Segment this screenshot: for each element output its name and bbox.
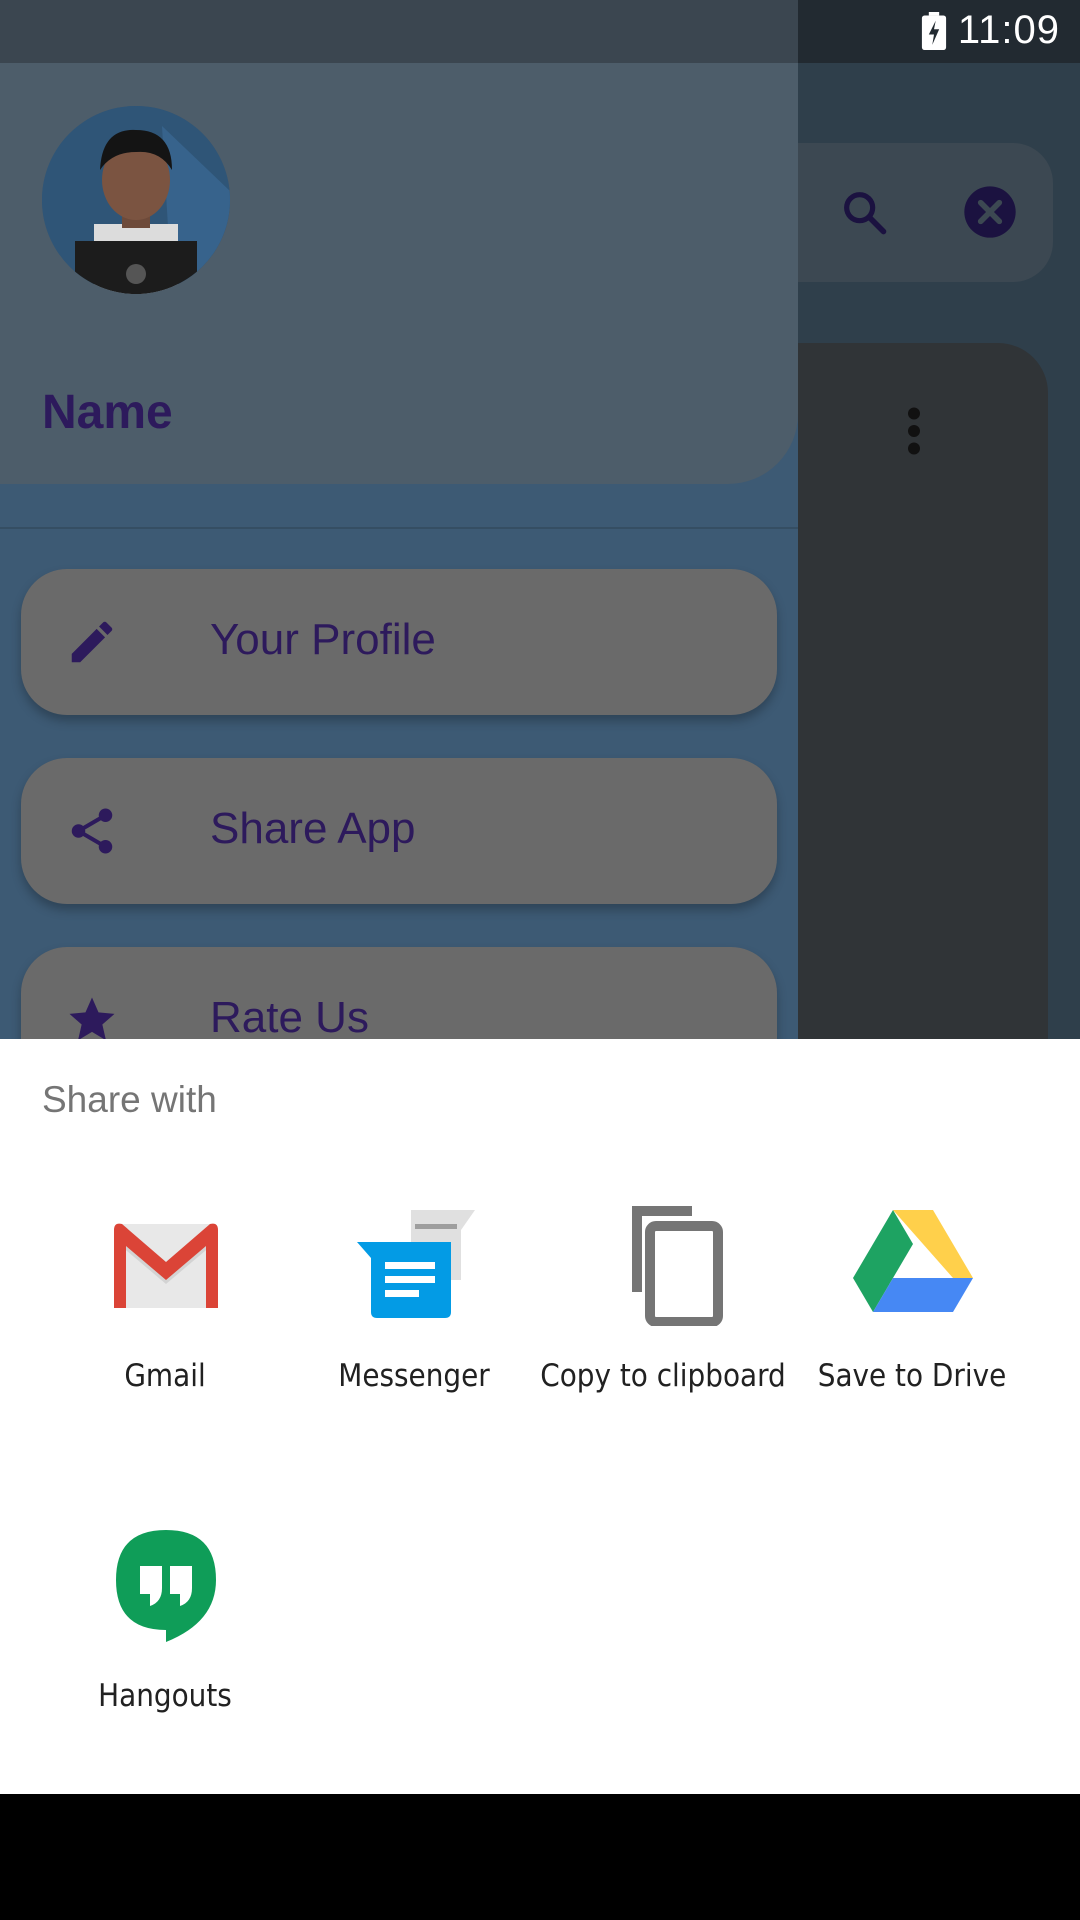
menu-item-rate-us[interactable]: Rate Us — [21, 947, 777, 1039]
share-target-label: Save to Drive — [817, 1358, 1007, 1394]
star-icon — [69, 997, 115, 1039]
copy-icon — [632, 1206, 723, 1326]
gmail-icon — [114, 1223, 218, 1308]
status-time: 11:09 — [957, 8, 1060, 52]
menu-item-label: Rate Us — [210, 993, 369, 1039]
hangouts-icon — [116, 1530, 216, 1642]
share-target-copy-to-clipboard[interactable]: Copy to clipboard — [538, 1206, 788, 1426]
battery-charging-icon — [921, 12, 947, 50]
menu-item-label: Share App — [210, 804, 416, 853]
share-target-hangouts[interactable]: Hangouts — [40, 1526, 290, 1746]
share-target-messenger[interactable]: Messenger — [289, 1206, 539, 1426]
background-app: Name Your Profile Share App Rate Us — [0, 0, 1080, 1039]
share-target-label: Copy to clipboard — [540, 1358, 786, 1394]
messenger-icon — [357, 1210, 475, 1318]
menu-item-share-app[interactable]: Share App — [21, 758, 777, 904]
share-icon — [71, 808, 113, 854]
edit-icon — [71, 621, 113, 663]
navigation-drawer: Name Your Profile Share App Rate Us — [0, 63, 798, 1039]
avatar-icon — [42, 106, 230, 294]
share-target-label: Gmail — [124, 1358, 206, 1394]
drawer-header: Name — [0, 63, 798, 484]
drawer-user-name: Name — [42, 386, 173, 439]
share-target-label: Messenger — [338, 1358, 490, 1394]
share-target-label: Hangouts — [98, 1678, 232, 1714]
avatar[interactable] — [42, 106, 230, 294]
system-navigation-bar — [0, 1794, 1080, 1920]
more-options-icon[interactable] — [904, 406, 924, 456]
share-sheet-title: Share with — [42, 1079, 217, 1120]
menu-item-your-profile[interactable]: Your Profile — [21, 569, 777, 715]
clear-search-icon[interactable] — [962, 184, 1018, 240]
drawer-divider — [0, 527, 798, 529]
search-icon[interactable] — [838, 186, 890, 238]
share-sheet: Share with Gmail Messenger Copy to clipb… — [0, 1039, 1080, 1794]
status-bar: 11:09 — [0, 0, 1080, 63]
drive-icon — [853, 1210, 973, 1312]
menu-item-label: Your Profile — [210, 615, 436, 664]
share-target-save-to-drive[interactable]: Save to Drive — [787, 1206, 1037, 1426]
share-target-gmail[interactable]: Gmail — [40, 1206, 290, 1426]
